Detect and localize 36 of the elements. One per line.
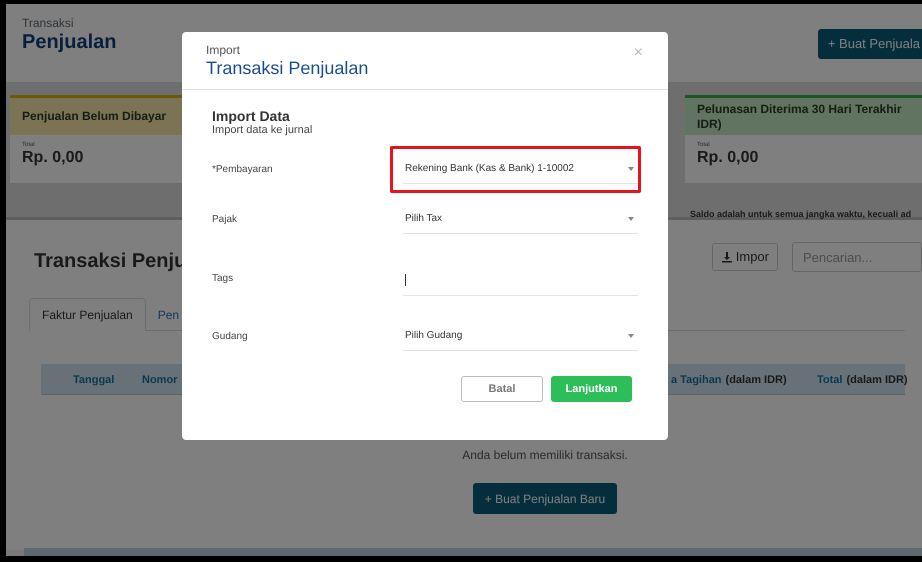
column-header[interactable]: Total bbox=[817, 372, 842, 388]
field-label: Gudang bbox=[212, 330, 249, 344]
dropdown[interactable]: Pilih Tax bbox=[403, 204, 638, 234]
field-label: Pajak bbox=[212, 212, 238, 226]
balance-note: Saldo adalah untuk semua jangka waktu, kecuali ad bbox=[690, 208, 912, 221]
column-unit: (dalam IDR) bbox=[726, 373, 787, 388]
empty-message: Anda belum memiliki transaksi. bbox=[462, 447, 628, 464]
section-subheading: Import data ke jurnal bbox=[212, 124, 314, 137]
column-header[interactable]: Nomor bbox=[142, 372, 178, 388]
cancel-button[interactable]: Batal bbox=[461, 376, 543, 402]
import-button[interactable]: Impor bbox=[712, 243, 778, 271]
card-title: Penjualan Belum Dibayar bbox=[22, 109, 168, 124]
close-button[interactable]: × bbox=[634, 45, 643, 61]
card-title: IDR) bbox=[697, 116, 723, 132]
caret-icon bbox=[628, 166, 634, 170]
continue-button[interactable]: Lanjutkan bbox=[551, 376, 632, 402]
total-amount: Rp. 0,00 bbox=[22, 149, 84, 167]
total-amount: Rp. 0,00 bbox=[697, 149, 758, 167]
page-kicker: Transaksi bbox=[22, 16, 75, 30]
new-sale-button[interactable]: + Buat Penjualan Baru bbox=[472, 483, 618, 514]
dialog-title: Transaksi Penjualan bbox=[206, 57, 368, 79]
download-icon bbox=[720, 251, 733, 263]
dropdown[interactable]: Pilih Gudang bbox=[403, 321, 638, 351]
field-label: *Pembayaran bbox=[212, 162, 274, 176]
section-heading: Import Data bbox=[212, 108, 291, 124]
page-title: Penjualan bbox=[22, 30, 116, 54]
column-unit: (dalam IDR) bbox=[846, 373, 908, 388]
tab[interactable]: Pen bbox=[146, 298, 192, 331]
column-header[interactable]: a Tagihan bbox=[671, 372, 722, 388]
tab[interactable]: Faktur Penjualan bbox=[29, 298, 146, 331]
column-header[interactable]: Tanggal bbox=[73, 372, 114, 388]
field-label: Tags bbox=[212, 272, 234, 286]
dialog-kicker: Import bbox=[206, 43, 242, 57]
caret-icon bbox=[628, 334, 634, 338]
card-title: Pelunasan Diterima 30 Hari Terakhir bbox=[697, 102, 903, 116]
create-sale-button[interactable]: + Buat Penjuala bbox=[818, 29, 922, 59]
